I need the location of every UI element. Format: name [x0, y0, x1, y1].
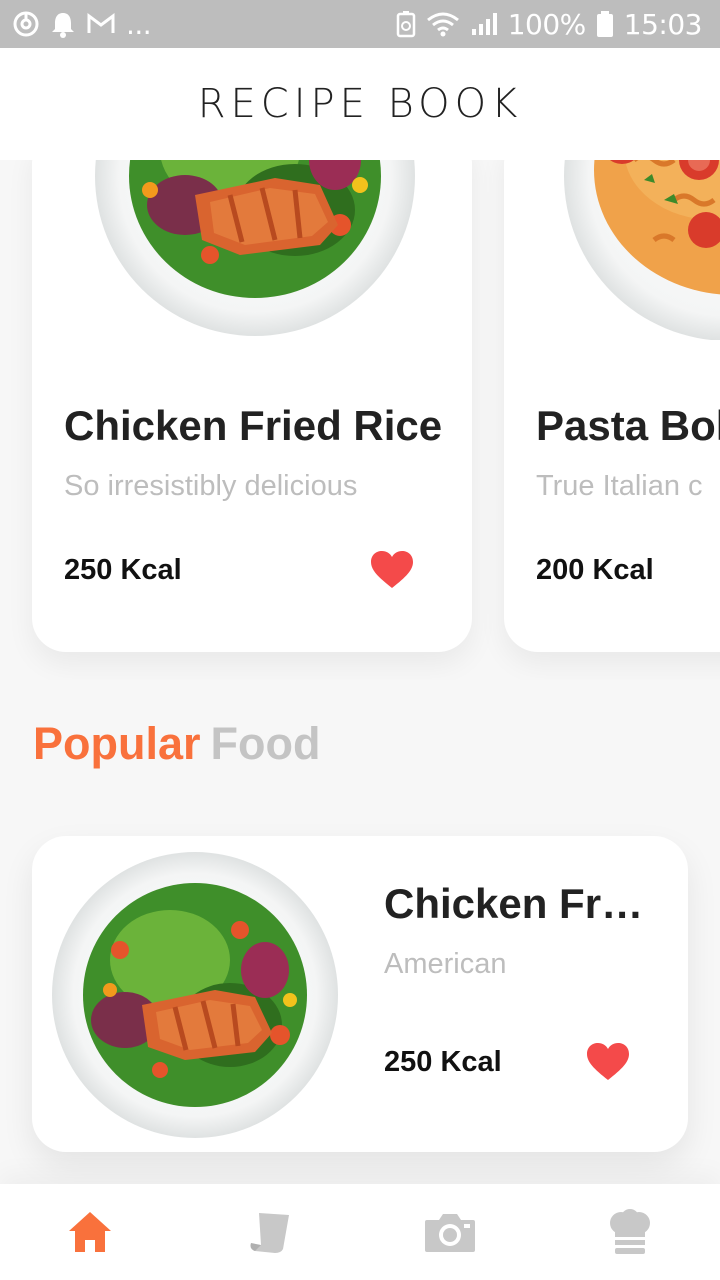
camera-icon: [425, 1214, 475, 1252]
heart-icon[interactable]: [370, 550, 414, 590]
featured-title: Pasta Bol: [536, 402, 720, 449]
chef-hat-icon: [610, 1209, 650, 1254]
status-right: 100% 15:03: [396, 7, 703, 41]
bottom-nav: [0, 1184, 720, 1280]
battery-icon: [596, 10, 614, 38]
heart-icon[interactable]: [586, 1042, 630, 1082]
recipe-page-icon: [250, 1213, 289, 1253]
popular-item-cuisine: American: [384, 948, 507, 980]
bell-icon: [50, 10, 76, 38]
page-title: RECIPE BOOK: [197, 81, 523, 127]
status-bar: ... 100% 15:03: [0, 0, 720, 48]
nav-home[interactable]: [45, 1192, 135, 1272]
section-title-highlight: Popular: [33, 718, 201, 769]
signal-icon: [470, 11, 498, 37]
wifi-icon: [426, 11, 460, 37]
pasta-image: [564, 160, 720, 340]
salmon-salad-image: [95, 160, 415, 336]
featured-card-chicken[interactable]: Chicken Fried Rice So irresistibly delic…: [32, 160, 472, 652]
nav-camera[interactable]: [405, 1192, 495, 1272]
featured-title: Chicken Fried Rice: [64, 402, 443, 449]
status-left: ...: [12, 7, 152, 41]
popular-item-calories: 250 Kcal: [384, 1046, 502, 1078]
section-title-popular-food: Popular Food: [33, 718, 320, 770]
popular-food-card[interactable]: Chicken Fried Rice American 250 Kcal: [32, 836, 688, 1152]
salmon-salad-image: [52, 852, 338, 1138]
featured-subtitle: True Italian c: [536, 470, 703, 502]
nav-chef[interactable]: [585, 1192, 675, 1272]
app-header: RECIPE BOOK: [0, 48, 720, 160]
featured-carousel[interactable]: Chicken Fried Rice So irresistibly delic…: [0, 160, 720, 680]
featured-calories: 250 Kcal: [64, 554, 182, 586]
gmail-icon: [86, 12, 116, 36]
status-time: 15:03: [623, 7, 703, 41]
battery-percent: 100%: [507, 7, 587, 41]
nav-recipes[interactable]: [225, 1192, 315, 1272]
battery-saver-icon: [396, 10, 416, 38]
home-icon: [69, 1212, 111, 1252]
popular-item-title: Chicken Fried Rice: [384, 880, 654, 927]
featured-subtitle: So irresistibly delicious: [64, 470, 358, 502]
status-more-text: ...: [126, 7, 152, 41]
featured-calories: 200 Kcal: [536, 554, 654, 586]
featured-card-pasta[interactable]: Pasta Bol True Italian c 200 Kcal: [504, 160, 720, 652]
section-title-rest: Food: [210, 718, 321, 769]
sync-icon: [12, 10, 40, 38]
